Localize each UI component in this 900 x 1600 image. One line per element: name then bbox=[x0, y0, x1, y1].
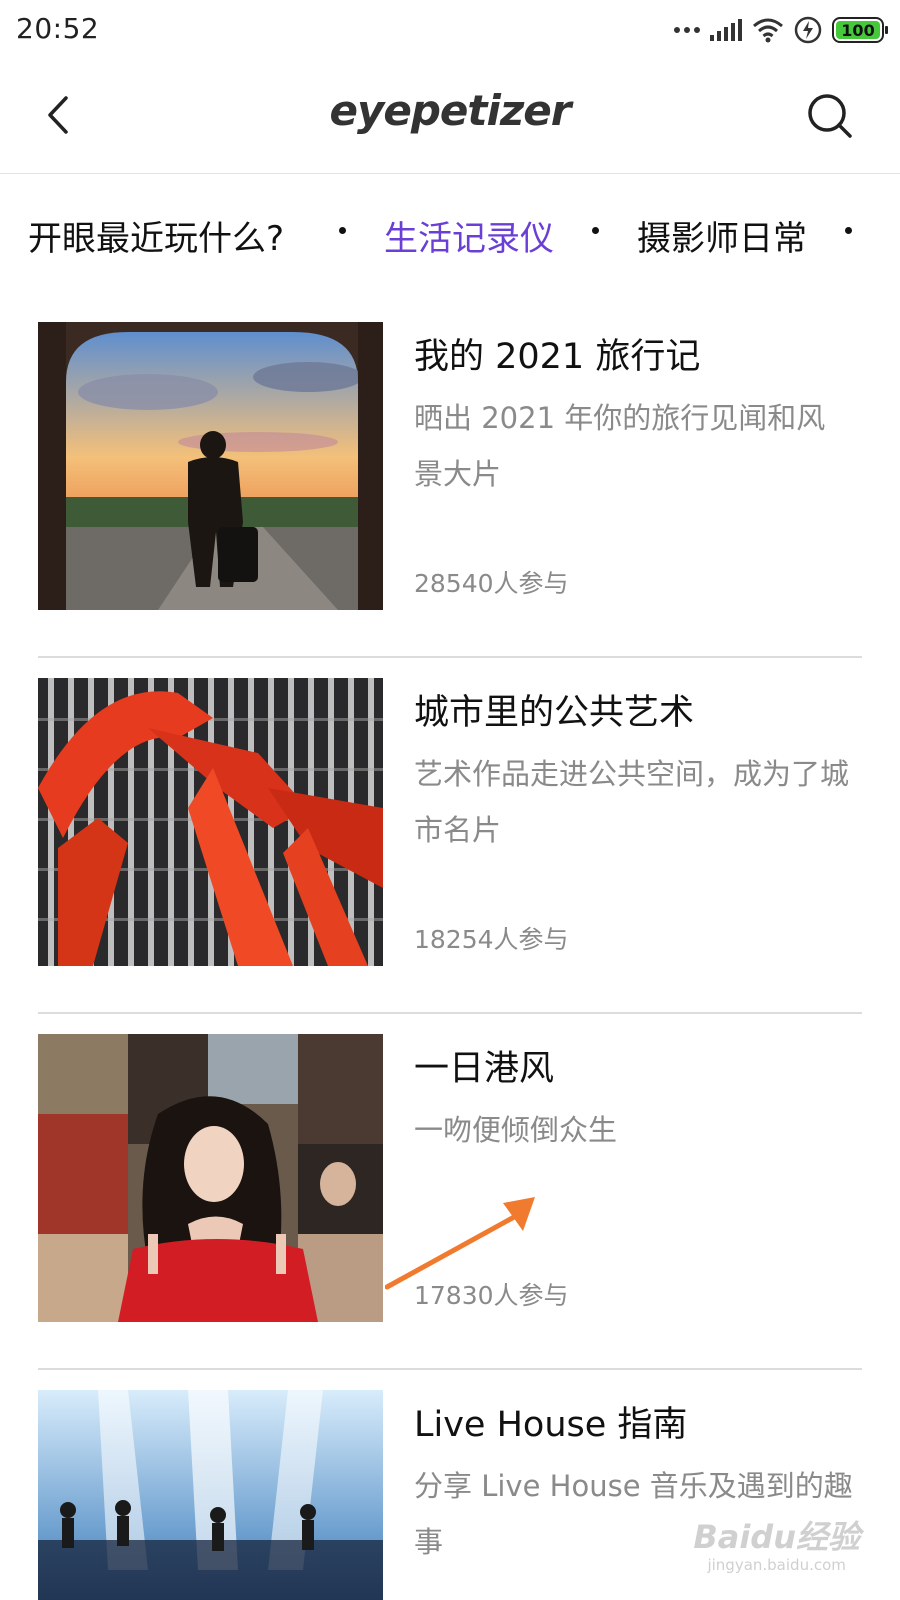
more-dots-icon bbox=[674, 27, 700, 33]
status-bar: 20:52 100 bbox=[0, 0, 900, 60]
topic-thumbnail-hk-style[interactable] bbox=[38, 1034, 383, 1322]
wifi-icon bbox=[753, 18, 783, 43]
battery-icon: 100 bbox=[832, 17, 888, 43]
app-logo: eyepetizer bbox=[329, 86, 571, 135]
tab-photographer[interactable]: 摄影师日常 bbox=[637, 211, 807, 260]
tab-recent[interactable]: 开眼最近玩什么? bbox=[28, 211, 284, 260]
participant-count: 18254人参与 bbox=[414, 925, 569, 954]
topic-description: 艺术作品走进公共空间，成为了城市名片 bbox=[414, 757, 850, 847]
topic-title[interactable]: 我的 2021 旅行记 bbox=[414, 328, 700, 379]
watermark-main: Baidu经验 bbox=[693, 1518, 860, 1556]
status-icons: 100 bbox=[674, 14, 888, 46]
topic-card[interactable]: 我的 2021 旅行记 晒出 2021 年你的旅行见闻和风景大片 28540人参… bbox=[38, 294, 862, 658]
watermark-sub: jingyan.baidu.com bbox=[707, 1556, 846, 1574]
search-icon bbox=[808, 94, 852, 138]
tab-separator-dot bbox=[845, 227, 852, 234]
topic-title[interactable]: Live House 指南 bbox=[414, 1396, 687, 1447]
topic-title[interactable]: 城市里的公共艺术 bbox=[414, 684, 694, 735]
topic-card[interactable]: 一日港风 一吻便倾倒众生 17830人参与 bbox=[38, 1006, 862, 1370]
participant-count: 28540人参与 bbox=[414, 569, 569, 598]
topic-thumbnail-public-art[interactable] bbox=[38, 678, 383, 966]
baidu-watermark: Baidu经验 jingyan.baidu.com bbox=[693, 1512, 860, 1574]
charging-icon bbox=[794, 16, 822, 44]
topic-description: 一吻便倾倒众生 bbox=[414, 1113, 618, 1147]
topic-title[interactable]: 一日港风 bbox=[414, 1040, 554, 1091]
category-tabs: 开眼最近玩什么? 生活记录仪 摄影师日常 bbox=[0, 175, 900, 295]
signal-icon bbox=[710, 19, 742, 41]
status-time: 20:52 bbox=[16, 12, 100, 45]
topic-card[interactable]: 城市里的公共艺术 艺术作品走进公共空间，成为了城市名片 18254人参与 bbox=[38, 650, 862, 1014]
annotation-arrow bbox=[385, 1197, 535, 1290]
tab-separator-dot bbox=[339, 227, 346, 234]
tab-separator-dot bbox=[592, 227, 599, 234]
topic-thumbnail-live-house[interactable] bbox=[38, 1390, 383, 1600]
app-header: eyepetizer bbox=[0, 60, 900, 174]
search-button[interactable] bbox=[806, 92, 856, 142]
tab-life-recorder[interactable]: 生活记录仪 bbox=[384, 211, 554, 260]
topic-description: 晒出 2021 年你的旅行见闻和风景大片 bbox=[414, 401, 826, 491]
battery-level: 100 bbox=[841, 20, 875, 40]
topic-thumbnail-travel[interactable] bbox=[38, 322, 383, 610]
